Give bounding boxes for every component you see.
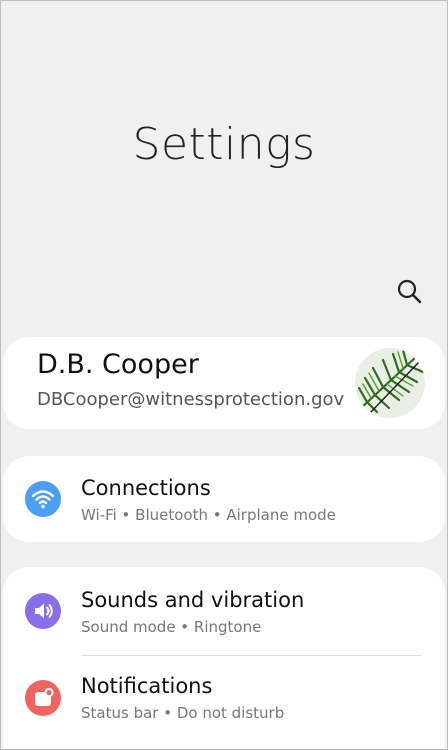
- connections-card: Connections Wi-Fi • Bluetooth • Airplane…: [3, 456, 445, 542]
- avatar[interactable]: [355, 348, 425, 418]
- connections-title: Connections: [81, 476, 211, 500]
- account-email: DBCooper@witnessprotection.gov: [37, 389, 345, 410]
- search-icon: [397, 279, 422, 304]
- wifi-icon: [25, 481, 61, 517]
- sounds-subtitle: Sound mode • Ringtone: [81, 618, 262, 636]
- settings-item-notifications[interactable]: Notifications Status bar • Do not distur…: [3, 656, 445, 749]
- settings-item-sounds[interactable]: Sounds and vibration Sound mode • Ringto…: [3, 567, 445, 655]
- settings-item-connections[interactable]: Connections Wi-Fi • Bluetooth • Airplane…: [3, 456, 445, 542]
- sounds-title: Sounds and vibration: [81, 588, 305, 612]
- search-button[interactable]: [395, 277, 423, 305]
- account-name: D.B. Cooper: [37, 349, 199, 380]
- sounds-notifications-card: Sounds and vibration Sound mode • Ringto…: [3, 567, 445, 749]
- connections-subtitle: Wi-Fi • Bluetooth • Airplane mode: [81, 506, 336, 524]
- account-card[interactable]: D.B. Cooper DBCooper@witnessprotection.g…: [3, 337, 445, 429]
- notifications-subtitle: Status bar • Do not disturb: [81, 704, 285, 722]
- fern-avatar-image: [355, 348, 425, 418]
- notification-icon: [25, 680, 61, 716]
- page-title: Settings: [132, 119, 316, 170]
- speaker-icon: [25, 593, 61, 629]
- notifications-title: Notifications: [81, 674, 213, 698]
- settings-screen: Settings D.B. Cooper DBCooper@witnesspro…: [0, 0, 448, 750]
